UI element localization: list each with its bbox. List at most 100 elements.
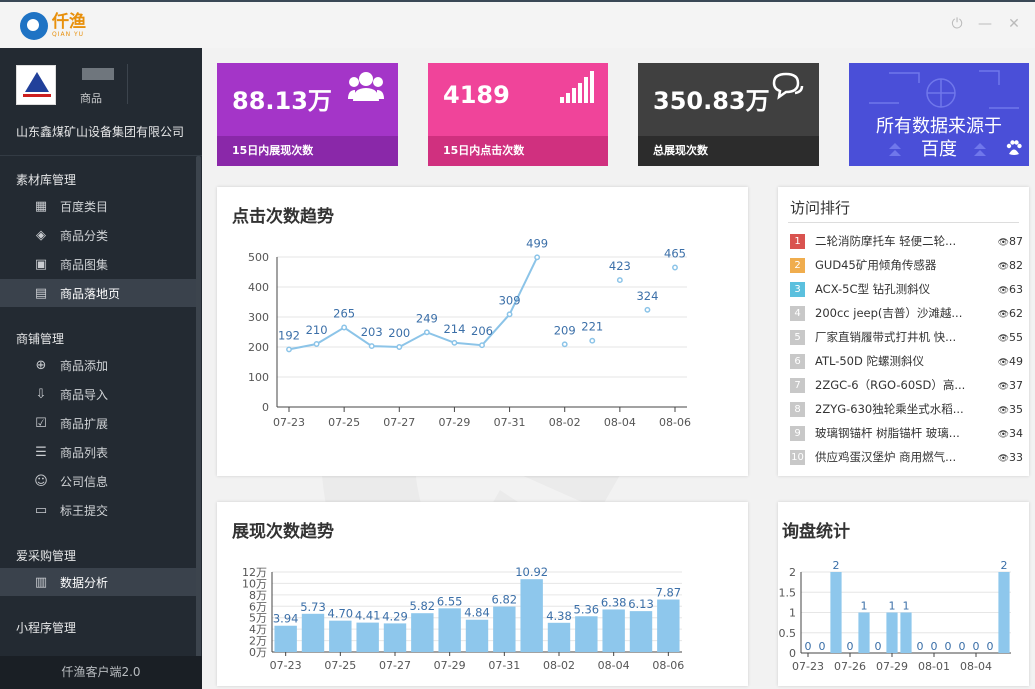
bar[interactable]: [657, 599, 680, 652]
sidebar-item[interactable]: ▭ 标王提交: [0, 496, 196, 524]
data-point[interactable]: [313, 341, 320, 347]
sidebar-section-title: 商铺管理: [16, 332, 65, 346]
bar[interactable]: [329, 620, 352, 652]
ranking-item-name: 供应鸡蛋汉堡炉 商用燃气...: [815, 450, 957, 464]
ranking-row[interactable]: 6 ATL-50D 陀螺测斜仪 👁49: [790, 349, 1023, 373]
company-logo: [16, 65, 56, 105]
data-point[interactable]: [479, 342, 485, 349]
kpi-label: 15日内点击次数: [428, 136, 608, 166]
data-point[interactable]: [616, 277, 623, 284]
sidebar-item[interactable]: ⊕ 商品添加: [0, 351, 196, 379]
minimize-button[interactable]: —: [976, 15, 994, 33]
data-label: 200: [388, 326, 410, 340]
bar[interactable]: [900, 612, 912, 654]
bar[interactable]: [602, 609, 625, 652]
ranking-row[interactable]: 9 玻璃钢锚杆 树脂锚杆 玻璃... 👁34: [790, 421, 1023, 445]
list-icon: ☰: [35, 444, 47, 460]
power-icon[interactable]: ⏻: [948, 15, 966, 33]
sidebar-item[interactable]: ⇩ 商品导入: [0, 380, 196, 408]
bar[interactable]: [520, 579, 543, 652]
rank-badge: 9: [790, 425, 805, 441]
data-point[interactable]: [396, 344, 403, 350]
bar[interactable]: [858, 612, 870, 654]
data-point[interactable]: [368, 343, 375, 350]
sidebar-item-label: 商品分类: [60, 228, 109, 243]
bar[interactable]: [465, 619, 489, 652]
y-tick-label: 8万: [249, 589, 267, 602]
ranking-row[interactable]: 10 供应鸡蛋汉堡炉 商用燃气... 👁33: [790, 445, 1023, 469]
y-tick-label: 400: [248, 281, 269, 294]
data-label: 4.70: [328, 607, 354, 621]
data-point[interactable]: [644, 306, 651, 313]
bar[interactable]: [547, 622, 571, 652]
x-tick-label: 07-23: [792, 660, 824, 673]
data-point[interactable]: [589, 337, 596, 344]
bar[interactable]: [830, 572, 842, 653]
x-tick-label: 08-04: [604, 416, 636, 429]
landing-page-icon: ▤: [34, 285, 48, 301]
data-point[interactable]: [286, 346, 292, 353]
data-label: 324: [636, 289, 658, 303]
fish-logo-icon: [20, 12, 48, 40]
data-label: 192: [278, 328, 300, 342]
sidebar-item-label: 商品落地页: [60, 286, 121, 301]
bar[interactable]: [998, 572, 1010, 653]
data-point[interactable]: [506, 311, 513, 318]
view-count: 👁62: [998, 307, 1023, 320]
x-tick-label: 07-29: [876, 660, 908, 673]
sidebar-item[interactable]: ▣ 商品图集: [0, 250, 196, 278]
bar[interactable]: [274, 625, 297, 652]
sidebar-item[interactable]: ▥ 数据分析: [0, 568, 196, 596]
data-point[interactable]: [451, 339, 458, 346]
ranking-row[interactable]: 7 2ZGC-6（RGO-60SD）高... 👁37: [790, 373, 1023, 397]
signal-icon: [560, 71, 594, 111]
sidebar-item[interactable]: ☑ 商品扩展: [0, 409, 196, 437]
y-tick-label: 1: [789, 607, 796, 620]
sidebar-scrollbar[interactable]: [196, 156, 201, 676]
bar[interactable]: [438, 608, 461, 652]
bar[interactable]: [886, 612, 898, 654]
data-label: 499: [526, 236, 548, 250]
y-tick-label: 0: [789, 647, 796, 660]
sidebar-item[interactable]: ☰ 商品列表: [0, 438, 196, 466]
bar[interactable]: [493, 606, 516, 652]
sidebar-item[interactable]: ◈ 商品分类: [0, 221, 196, 249]
data-label: 203: [361, 325, 383, 339]
bar[interactable]: [356, 622, 379, 652]
ranking-row[interactable]: 3 ACX-5C型 钻孔测斜仪 👁63: [790, 277, 1023, 301]
chart-icon: ▥: [34, 574, 48, 590]
impression-trend-panel: 展现次数趋势 0万 2万 4万 5万 6万 8万 10万 12万 3.94 5.73 4.70 4.4…: [217, 502, 748, 686]
ranking-row[interactable]: 1 二轮消防摩托车 轻便二轮... 👁87: [790, 229, 1023, 253]
sidebar-item[interactable]: ▤ 商品落地页: [0, 279, 196, 307]
close-button[interactable]: ✕: [1005, 15, 1023, 33]
data-label: 265: [333, 307, 355, 321]
x-tick-label: 08-06: [652, 659, 684, 672]
bar[interactable]: [575, 616, 598, 652]
bar[interactable]: [301, 613, 325, 652]
ranking-item-name: 200cc jeep(吉普）沙滩越...: [815, 306, 963, 320]
bar[interactable]: [411, 613, 434, 652]
ranking-row[interactable]: 2 GUD45矿用倾角传感器 👁82: [790, 253, 1023, 277]
data-point[interactable]: [672, 264, 678, 271]
sidebar-item[interactable]: ▦ 百度类目: [0, 192, 196, 220]
sidebar-item[interactable]: ☺ 公司信息: [0, 467, 196, 495]
data-point[interactable]: [534, 254, 541, 261]
data-point[interactable]: [561, 341, 568, 348]
kpi-card-impressions-15d: 88.13万 15日内展现次数: [217, 63, 398, 166]
sidebar-item-label: 商品扩展: [60, 416, 109, 431]
data-point[interactable]: [341, 324, 348, 331]
ranking-row[interactable]: 8 2ZYG-630独轮乘坐式水稻... 👁35: [790, 397, 1023, 421]
data-label: 6.82: [492, 593, 518, 607]
x-tick-label: 08-02: [543, 659, 575, 672]
data-point[interactable]: [423, 329, 430, 336]
y-tick-label: 0.5: [779, 627, 797, 640]
bar[interactable]: [383, 623, 407, 652]
data-label: 0: [819, 640, 826, 653]
ranking-row[interactable]: 5 厂家直销履带式打井机 快... 👁55: [790, 325, 1023, 349]
x-tick-label: 07-29: [438, 416, 470, 429]
data-label: 0: [875, 640, 882, 653]
bar[interactable]: [629, 611, 653, 652]
ranking-row[interactable]: 4 200cc jeep(吉普）沙滩越... 👁62: [790, 301, 1023, 325]
x-tick-label: 07-29: [434, 659, 466, 672]
data-label: 0: [917, 640, 924, 653]
